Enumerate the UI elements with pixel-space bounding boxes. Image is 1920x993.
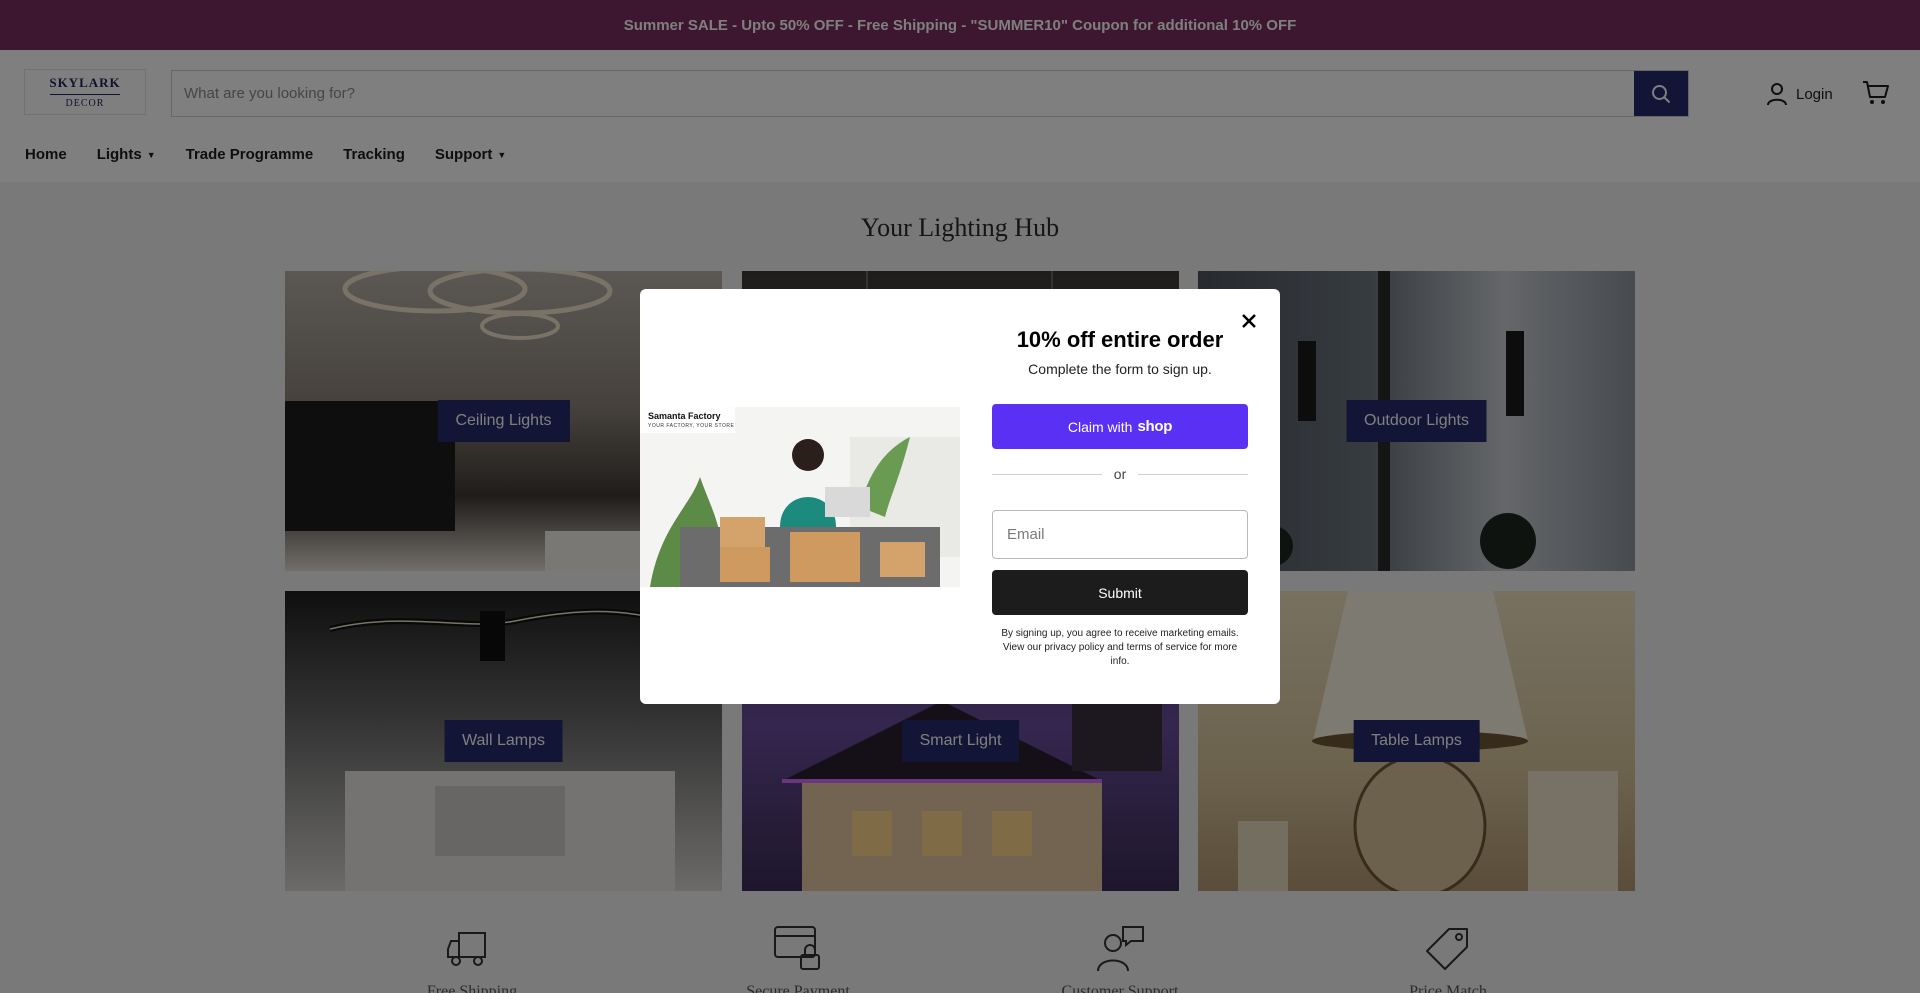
modal-title: 10% off entire order: [1016, 327, 1224, 352]
legal-text: By signing up, you agree to receive mark…: [1001, 628, 1239, 667]
submit-button[interactable]: Submit: [992, 570, 1248, 615]
divider-line: [1138, 473, 1249, 475]
shop-logo: shop: [1137, 418, 1173, 435]
modal-subtitle: Complete the form to sign up.: [1028, 361, 1212, 377]
promo-brand: Samanta Factory: [648, 411, 721, 421]
promo-illustration: [640, 407, 960, 587]
divider-line: [992, 473, 1102, 475]
or-label: or: [1113, 466, 1127, 482]
claim-label: Claim with: [1067, 418, 1133, 435]
email-field[interactable]: [992, 510, 1248, 559]
or-divider: or: [992, 466, 1249, 482]
submit-label: Submit: [1098, 584, 1142, 601]
promo-image: Samanta Factory YOUR FACTORY, YOUR STORE: [640, 407, 960, 587]
signup-modal: Samanta Factory YOUR FACTORY, YOUR STORE…: [640, 289, 1280, 704]
claim-with-shop-button[interactable]: Claim with shop: [992, 404, 1248, 449]
promo-tagline: YOUR FACTORY, YOUR STORE: [648, 423, 735, 429]
